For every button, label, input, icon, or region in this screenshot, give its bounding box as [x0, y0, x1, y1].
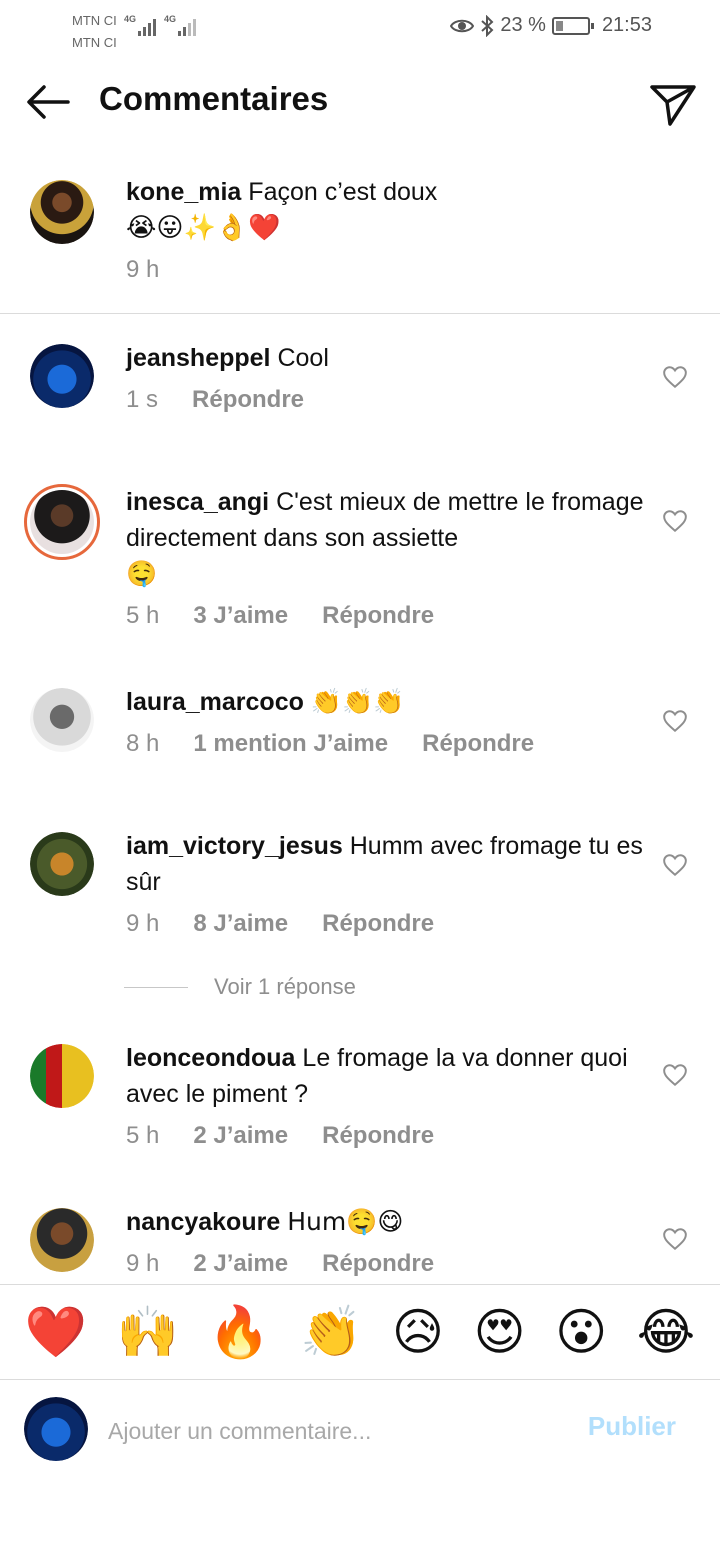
emoji-heart[interactable]: ❤️ — [25, 1304, 87, 1360]
reply-button[interactable]: Répondre — [322, 910, 434, 938]
back-arrow-icon[interactable] — [22, 76, 74, 128]
reply-button[interactable]: Répondre — [322, 602, 434, 630]
emoji-fire[interactable]: 🔥 — [208, 1304, 270, 1360]
comment-composer: Publier — [0, 1381, 720, 1481]
signal-icon: 4G — [164, 14, 197, 36]
likes-count[interactable]: 2 J’aime — [193, 1122, 288, 1150]
post-caption: kone_mia Façon c’est doux 😭😛✨👌❤️ 9 h — [0, 166, 720, 314]
comment-meta: 8 h 1 mention J’aime Répondre — [126, 730, 534, 758]
comment-username[interactable]: nancyakoure — [126, 1208, 280, 1236]
like-heart-icon[interactable] — [662, 708, 688, 734]
like-heart-icon[interactable] — [662, 852, 688, 878]
view-replies-label[interactable]: Voir 1 réponse — [214, 974, 356, 1000]
replies-divider — [124, 986, 188, 988]
comment-text: inesca_angi C'est mieux de mettre le fro… — [126, 484, 646, 556]
comment-text: nancyakoure Hum🤤😋 — [126, 1204, 403, 1240]
comment-username[interactable]: iam_victory_jesus — [126, 832, 343, 860]
comment-meta: 9 h 2 J’aime Répondre — [126, 1250, 434, 1278]
comment-username[interactable]: jeansheppel — [126, 344, 271, 372]
avatar[interactable] — [30, 1044, 94, 1108]
carrier-2: MTN CI — [72, 35, 117, 50]
likes-count[interactable]: 3 J’aime — [193, 602, 288, 630]
clock: 21:53 — [601, 14, 652, 36]
header: Commentaires — [0, 66, 720, 138]
like-heart-icon[interactable] — [662, 508, 688, 534]
comment-text: laura_marcoco 👏👏👏 — [126, 684, 404, 720]
timestamp: 1 s — [126, 386, 159, 413]
likes-count[interactable]: 8 J’aime — [193, 910, 288, 938]
timestamp: 9 h — [126, 910, 160, 937]
comment-body: Cool — [277, 344, 329, 372]
carrier-1: MTN CI — [72, 13, 117, 28]
emoji-heart-eyes[interactable]: 😍 — [474, 1304, 526, 1360]
reply-button[interactable]: Répondre — [192, 386, 304, 414]
emoji-sad[interactable]: 😥 — [392, 1304, 444, 1360]
comment-meta: 1 s Répondre — [126, 386, 304, 414]
caption-body: Façon c’est doux — [248, 178, 438, 206]
comment-meta: 5 h 2 J’aime Répondre — [126, 1122, 434, 1150]
comment-text: jeansheppel Cool — [126, 340, 329, 376]
comment-text: iam_victory_jesus Humm avec fromage tu e… — [126, 828, 646, 900]
reply-button[interactable]: Répondre — [322, 1122, 434, 1150]
timestamp: 5 h — [126, 1122, 160, 1149]
signal-indicators: 4G 4G — [124, 14, 197, 36]
battery-icon — [551, 16, 594, 35]
caption-text: kone_mia Façon c’est doux — [126, 174, 437, 210]
avatar[interactable] — [30, 180, 94, 244]
emoji-laughing[interactable]: 😂 — [637, 1304, 695, 1360]
emoji-raised-hands[interactable]: 🙌 — [117, 1304, 179, 1360]
comment-body: Hum🤤😋 — [287, 1207, 404, 1236]
avatar[interactable] — [30, 832, 94, 896]
network-type-1: 4G — [124, 14, 137, 24]
timestamp: 8 h — [126, 730, 160, 757]
network-type-2: 4G — [164, 14, 177, 24]
battery-percent: 23 % — [500, 14, 546, 36]
emoji-surprised[interactable]: 😮 — [555, 1304, 607, 1360]
signal-icon: 4G — [124, 14, 157, 36]
timestamp: 9 h — [126, 1250, 160, 1277]
avatar[interactable] — [24, 484, 100, 560]
eye-icon — [450, 19, 475, 32]
like-heart-icon[interactable] — [662, 1062, 688, 1088]
comment-text: leonceondoua Le fromage la va donner quo… — [126, 1040, 646, 1112]
caption-time: 9 h — [126, 256, 159, 284]
comment-body: 👏👏👏 — [310, 687, 405, 716]
timestamp: 5 h — [126, 602, 160, 629]
reply-button[interactable]: Répondre — [422, 730, 534, 758]
bluetooth-icon — [481, 14, 494, 37]
view-replies[interactable]: Voir 1 réponse — [124, 974, 356, 1000]
status-bar: MTN CI MTN CI 4G 4G 23 % 21:53 — [0, 0, 720, 56]
like-heart-icon[interactable] — [662, 1226, 688, 1252]
comment-meta: 5 h 3 J’aime Répondre — [126, 602, 434, 630]
timestamp: 9 h — [126, 256, 160, 283]
emoji-reaction-bar: ❤️ 🙌 🔥 👏 😥 😍 😮 😂 — [0, 1284, 720, 1380]
reply-button[interactable]: Répondre — [322, 1250, 434, 1278]
emoji-clap[interactable]: 👏 — [300, 1304, 362, 1360]
carrier-labels: MTN CI MTN CI — [72, 10, 117, 54]
caption-emojis: 😭😛✨👌❤️ — [126, 213, 281, 243]
comment-username[interactable]: inesca_angi — [126, 488, 269, 516]
comment-meta: 9 h 8 J’aime Répondre — [126, 910, 434, 938]
likes-count[interactable]: 1 mention J’aime — [193, 730, 388, 758]
comment-username[interactable]: leonceondoua — [126, 1044, 295, 1072]
comment-emoji: 🤤 — [126, 559, 158, 588]
caption-username[interactable]: kone_mia — [126, 178, 241, 206]
avatar[interactable] — [30, 688, 94, 752]
share-send-icon[interactable] — [648, 78, 698, 128]
comment-input[interactable] — [108, 1409, 548, 1453]
likes-count[interactable]: 2 J’aime — [193, 1250, 288, 1278]
page-title: Commentaires — [99, 80, 329, 117]
avatar[interactable] — [30, 1208, 94, 1272]
avatar[interactable] — [30, 344, 94, 408]
my-avatar — [24, 1397, 88, 1461]
status-right: 23 % 21:53 — [450, 14, 652, 37]
comment-username[interactable]: laura_marcoco — [126, 688, 304, 716]
like-heart-icon[interactable] — [662, 364, 688, 390]
publish-button[interactable]: Publier — [588, 1411, 676, 1442]
